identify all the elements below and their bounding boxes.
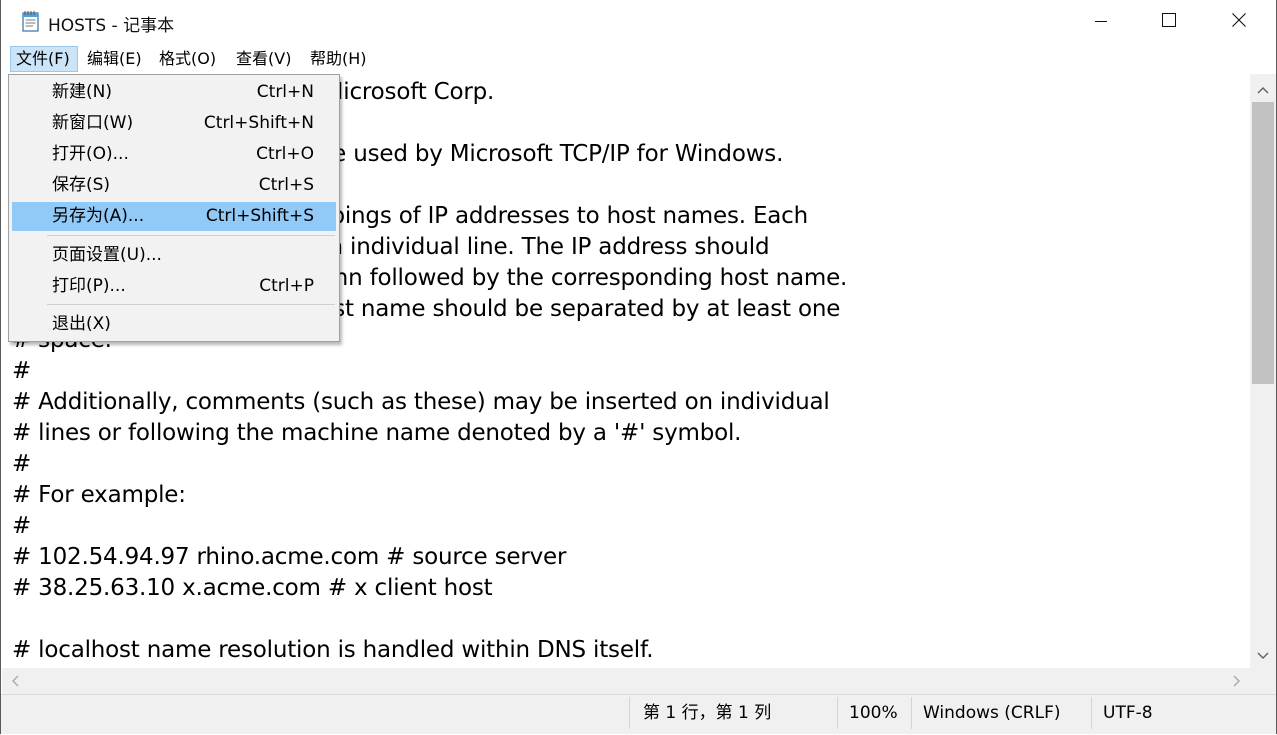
menu-edit[interactable]: 编辑(E) bbox=[82, 46, 147, 72]
menu-item-page-setup[interactable]: 页面设置(U)... bbox=[12, 241, 336, 270]
menu-separator bbox=[47, 304, 335, 305]
menu-item-new-window[interactable]: 新窗口(W) Ctrl+Shift+N bbox=[12, 109, 336, 138]
menu-item-label: 打印(P)... bbox=[52, 276, 126, 296]
close-button[interactable] bbox=[1204, 0, 1274, 44]
menu-view[interactable]: 查看(V) bbox=[231, 46, 296, 72]
scroll-right-button[interactable] bbox=[1224, 668, 1250, 694]
vertical-scrollbar[interactable] bbox=[1250, 74, 1276, 668]
menu-item-label: 保存(S) bbox=[52, 175, 111, 195]
menu-item-shortcut: Ctrl+O bbox=[256, 144, 314, 164]
menu-item-shortcut: Ctrl+Shift+S bbox=[205, 206, 314, 226]
maximize-button[interactable] bbox=[1134, 0, 1204, 44]
editor-line: # bbox=[12, 513, 32, 539]
menu-help[interactable]: 帮助(H) bbox=[305, 46, 372, 72]
chevron-right-icon bbox=[1233, 672, 1241, 691]
vertical-scroll-thumb[interactable] bbox=[1252, 102, 1274, 384]
menu-item-print[interactable]: 打印(P)... Ctrl+P bbox=[12, 272, 336, 301]
menu-item-label: 页面设置(U)... bbox=[52, 245, 162, 265]
title-bar[interactable]: HOSTS - 记事本 bbox=[1, 0, 1276, 44]
status-line-ending: Windows (CRLF) bbox=[923, 703, 1061, 723]
notepad-window: HOSTS - 记事本 文件(F) 编辑(E) 格式(O) 查看(V) 帮助(H… bbox=[0, 0, 1277, 734]
minimize-button[interactable] bbox=[1066, 0, 1136, 44]
menu-item-label: 退出(X) bbox=[52, 314, 111, 334]
maximize-icon bbox=[1161, 12, 1177, 32]
menu-item-label: 打开(O)... bbox=[52, 144, 129, 164]
editor-line: # 38.25.63.10 x.acme.com # x client host bbox=[12, 575, 493, 601]
file-menu-dropdown: 新建(N) Ctrl+N 新窗口(W) Ctrl+Shift+N 打开(O)..… bbox=[8, 74, 340, 342]
chevron-up-icon bbox=[1257, 79, 1269, 98]
editor-line: # 102.54.94.97 rhino.acme.com # source s… bbox=[12, 544, 567, 570]
menu-item-save-as[interactable]: 另存为(A)... Ctrl+Shift+S bbox=[12, 202, 336, 231]
editor-line: # For example: bbox=[12, 482, 186, 508]
menu-item-shortcut: Ctrl+S bbox=[258, 175, 314, 195]
menu-item-save[interactable]: 保存(S) Ctrl+S bbox=[12, 171, 336, 200]
editor-line: # Additionally, comments (such as these)… bbox=[12, 389, 830, 415]
scroll-up-button[interactable] bbox=[1250, 74, 1276, 102]
window-title: HOSTS - 记事本 bbox=[48, 16, 175, 36]
close-icon bbox=[1231, 12, 1247, 32]
menu-item-shortcut: Ctrl+N bbox=[256, 82, 314, 102]
menu-item-shortcut: Ctrl+P bbox=[259, 276, 314, 296]
horizontal-scrollbar[interactable] bbox=[2, 668, 1250, 694]
editor-line: # lines or following the machine name de… bbox=[12, 420, 742, 446]
menu-item-open[interactable]: 打开(O)... Ctrl+O bbox=[12, 140, 336, 169]
menu-item-label: 另存为(A)... bbox=[52, 206, 145, 226]
menu-separator bbox=[47, 235, 335, 236]
menu-item-label: 新窗口(W) bbox=[52, 113, 134, 133]
status-zoom: 100% bbox=[849, 703, 898, 723]
editor-line: # bbox=[12, 451, 32, 477]
menu-bar: 文件(F) 编辑(E) 格式(O) 查看(V) 帮助(H) bbox=[1, 44, 1276, 74]
menu-item-new[interactable]: 新建(N) Ctrl+N bbox=[12, 78, 336, 107]
scrollbar-corner bbox=[1250, 668, 1276, 694]
status-separator bbox=[629, 697, 630, 729]
menu-item-label: 新建(N) bbox=[52, 82, 112, 102]
status-encoding: UTF-8 bbox=[1103, 703, 1153, 723]
editor-line: # localhost name resolution is handled w… bbox=[12, 637, 654, 663]
status-cursor-position: 第 1 行，第 1 列 bbox=[643, 703, 772, 723]
menu-item-exit[interactable]: 退出(X) bbox=[12, 310, 336, 339]
chevron-left-icon bbox=[11, 672, 19, 691]
notepad-icon bbox=[21, 10, 41, 32]
menu-file[interactable]: 文件(F) bbox=[10, 46, 78, 72]
chevron-down-icon bbox=[1257, 645, 1269, 664]
editor-line bbox=[12, 604, 847, 635]
scroll-left-button[interactable] bbox=[2, 668, 28, 694]
minimize-icon bbox=[1094, 13, 1108, 32]
menu-format[interactable]: 格式(O) bbox=[154, 46, 221, 72]
status-bar: 第 1 行，第 1 列 100% Windows (CRLF) UTF-8 bbox=[1, 694, 1276, 734]
editor-line: # bbox=[12, 358, 32, 384]
menu-item-shortcut: Ctrl+Shift+N bbox=[203, 113, 314, 133]
scroll-down-button[interactable] bbox=[1250, 640, 1276, 668]
